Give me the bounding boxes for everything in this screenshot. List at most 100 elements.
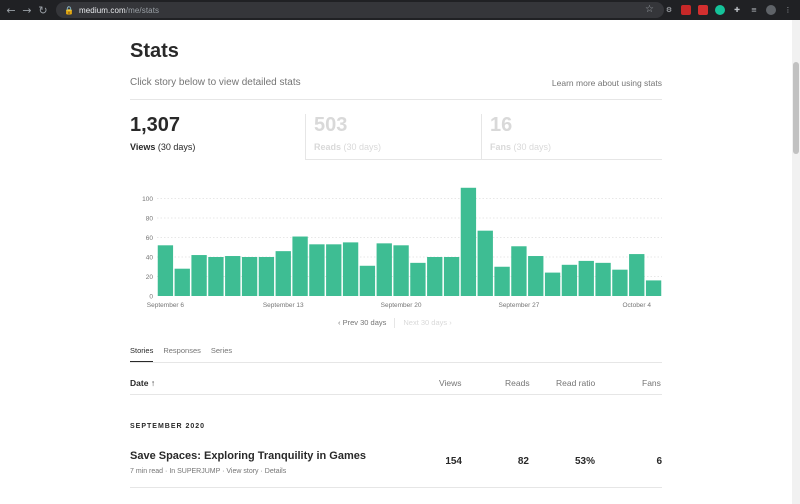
read-ratio-column-header[interactable]: Read ratio [556,378,595,388]
chart-bar[interactable] [376,243,392,296]
date-pager: ‹ Prev 30 days Next 30 days › [338,318,452,328]
profile-avatar-icon[interactable] [766,5,776,15]
story-views: 154 [445,456,462,467]
tab-underline [306,159,662,160]
content-subtabs: Stories Responses Series [130,346,232,362]
chart-bar[interactable] [410,262,426,296]
settings-gear-icon[interactable]: ⚙ [664,5,674,15]
sort-arrow-icon: ↑ [150,378,156,388]
chart-bar[interactable] [494,266,510,296]
back-arrow-icon[interactable]: ← [3,0,19,20]
learn-more-link[interactable]: Learn more about using stats [552,78,662,88]
story-meta: 7 min read · In SUPERJUMP · View story ·… [130,468,286,475]
chart-bar[interactable] [157,245,174,296]
tab-responses[interactable]: Responses [163,346,201,362]
bookmark-star-icon[interactable]: ☆ [645,4,654,15]
y-tick-label: 40 [146,255,154,262]
tab-series[interactable]: Series [211,346,232,362]
story-fans: 6 [656,456,662,467]
details-link[interactable]: Details [265,468,286,475]
chart-bar[interactable] [174,268,190,296]
chart-bar[interactable] [511,246,527,296]
tab-separator [481,114,482,160]
y-tick-label: 80 [146,216,154,223]
address-bar[interactable]: 🔒 medium.com/me/stats ☆ [56,2,664,18]
views-bar-chart: 0 20 40 60 80 100 September 6 September 13 Septe… [142,187,662,309]
chart-bar[interactable] [258,257,275,296]
chart-bar[interactable] [528,256,544,296]
url-text: medium.com/me/stats [78,5,160,15]
lock-icon: 🔒 [64,5,74,15]
pdf-extension-icon[interactable] [698,5,708,15]
reads-count: 503 [314,114,348,136]
chart-bar[interactable] [241,257,258,296]
chart-bar[interactable] [544,272,561,296]
browser-toolbar: ← → ↻ 🔒 medium.com/me/stats ☆ ⚙ ✚ ≡ ⋮ [0,0,800,20]
chevron-right-icon: › [447,318,452,327]
chart-bar[interactable] [292,236,308,296]
next-30-days-button[interactable]: Next 30 days › [403,318,451,328]
page-scrollbar[interactable] [792,20,800,504]
reload-icon[interactable]: ↻ [35,0,51,20]
story-read-ratio: 53% [574,456,595,467]
fans-count: 16 [490,114,513,136]
chart-bar[interactable] [477,230,493,296]
tab-separator [305,114,306,160]
x-tick-label: September 20 [381,302,422,309]
date-column-header[interactable]: Date ↑ [130,378,155,388]
prev-30-days-button[interactable]: ‹ Prev 30 days [338,318,386,328]
chart-bar[interactable] [578,260,594,296]
views-label: Views (30 days) [130,142,196,152]
chart-bar[interactable] [275,251,291,296]
y-tick-label: 100 [142,196,153,203]
read-time: 7 min read [130,468,164,475]
extensions-area: ⚙ ✚ ≡ ⋮ [664,0,800,20]
view-story-link[interactable]: View story [226,468,258,475]
tab-stories[interactable]: Stories [130,346,154,362]
x-tick-label: September 6 [147,302,185,309]
chart-bar[interactable] [629,254,645,296]
reading-list-icon[interactable]: ≡ [749,5,759,15]
publication-link[interactable]: In SUPERJUMP [169,468,220,475]
chart-bar[interactable] [393,245,409,296]
x-tick-label: October 4 [622,302,651,309]
chart-bar[interactable] [645,280,662,296]
stat-tab-reads[interactable]: 503 Reads (30 days) [314,100,481,160]
month-group-heading: SEPTEMBER 2020 [130,423,206,430]
chart-bar[interactable] [595,262,611,296]
chart-bar[interactable] [191,255,207,296]
chart-bar[interactable] [460,187,477,296]
kebab-menu-icon[interactable]: ⋮ [783,5,793,15]
fans-label: Fans (30 days) [490,142,552,152]
chart-bar[interactable] [427,257,443,296]
grammarly-icon[interactable] [715,5,725,15]
reads-label: Reads (30 days) [314,142,382,152]
chart-bar[interactable] [342,242,359,296]
y-tick-label: 0 [149,294,153,301]
divider [130,362,662,363]
chart-bar[interactable] [309,244,325,296]
story-title[interactable]: Save Spaces: Exploring Tranquility in Ga… [130,450,366,462]
reads-column-header[interactable]: Reads [505,378,530,388]
page-title: Stats [130,40,179,62]
fans-column-header[interactable]: Fans [642,378,661,388]
chart-bar[interactable] [612,269,628,296]
puzzle-extensions-icon[interactable]: ✚ [732,5,742,15]
stat-tab-views[interactable]: 1,307 Views (30 days) [130,100,305,160]
divider [130,394,662,395]
forward-arrow-icon[interactable]: → [19,0,35,20]
stat-tab-fans[interactable]: 16 Fans (30 days) [490,100,662,160]
y-tick-label: 60 [146,235,154,242]
chart-bar[interactable] [443,257,460,296]
chart-bar[interactable] [208,257,224,296]
chart-bar[interactable] [225,256,241,296]
scrollbar-thumb[interactable] [793,62,799,154]
story-reads: 82 [517,456,529,467]
extension-badge-icon[interactable] [681,5,691,15]
chart-bar[interactable] [326,244,342,296]
y-tick-label: 20 [146,274,154,281]
views-column-header[interactable]: Views [439,378,462,388]
views-count: 1,307 [130,114,181,136]
chart-bar[interactable] [561,264,578,296]
chart-bar[interactable] [359,265,376,296]
